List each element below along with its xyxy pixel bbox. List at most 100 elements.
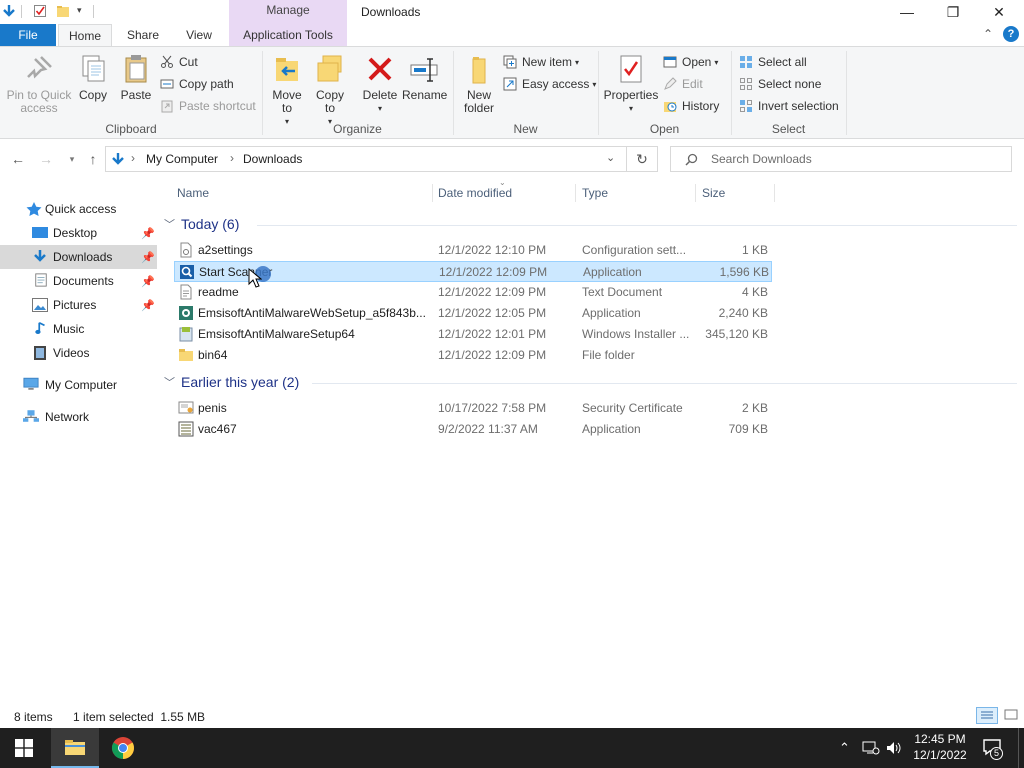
delete-button[interactable]: Delete ▾ [360,53,400,115]
nav-item-network[interactable]: Network [0,405,157,429]
start-button[interactable] [0,728,48,768]
tab-application-tools[interactable]: Application Tools [229,24,347,46]
easy-access-button[interactable]: Easy access ▾ [503,74,596,94]
nav-label: Music [53,322,85,336]
nav-item-music[interactable]: Music [0,317,157,341]
customize-quick-access-icon[interactable]: ▾ [77,5,82,16]
nav-item-documents[interactable]: Documents 📌 [0,269,157,293]
details-view-button[interactable] [976,707,998,724]
refresh-button[interactable]: ↻ [627,146,658,172]
forward-arrow-icon: → [39,151,53,167]
copy-to-icon [314,53,346,85]
move-to-button[interactable]: Move to ▾ [268,53,306,128]
file-type: Windows Installer ... [582,327,690,341]
nav-item-quick-access[interactable]: Quick access [0,197,157,221]
file-size: 709 KB [728,422,768,436]
rename-button[interactable]: Rename [402,53,447,102]
tab-view[interactable]: View [176,24,222,46]
select-none-button[interactable]: Select none [739,74,821,94]
chevron-down-icon: ﹀ [164,377,175,389]
search-icon [685,153,698,166]
table-row[interactable]: bin64 12/1/2022 12:09 PM File folder [174,345,772,366]
select-none-label: Select none [758,77,822,91]
back-button[interactable]: ← [8,150,28,168]
maximize-button[interactable]: ❐ [930,0,976,24]
open-button[interactable]: Open ▾ [663,52,718,72]
up-button[interactable]: ↑ [83,150,103,168]
breadcrumb-downloads[interactable]: Downloads [243,152,302,166]
properties-quick-icon[interactable] [33,4,47,18]
table-row[interactable]: readme 12/1/2022 12:09 PM Text Document … [174,282,772,303]
properties-button[interactable]: Properties ▾ [603,53,659,115]
network-icon[interactable] [862,741,880,755]
show-hidden-icons-button[interactable]: ⌃ [839,740,850,756]
group-header-today[interactable]: ﹀ Today (6) [164,214,239,234]
help-icon[interactable]: ? [1003,26,1019,42]
videos-icon [34,346,46,360]
paste-button[interactable]: Paste [116,53,156,102]
close-button[interactable]: ✕ [976,0,1022,24]
table-row[interactable]: penis 10/17/2022 7:58 PM Security Certif… [174,398,772,419]
copy-button[interactable]: Copy [74,53,112,102]
status-bar: 8 items 1 item selected 1.55 MB [0,703,1024,728]
desktop-icon [32,227,48,238]
table-row[interactable]: a2settings 12/1/2022 12:10 PM Configurat… [174,240,772,261]
new-folder-quick-icon[interactable] [56,4,70,18]
star-icon [26,202,42,216]
open-group-label: Open [649,122,680,136]
copy-path-button[interactable]: Copy path [160,74,234,94]
column-header-date[interactable]: Date modified [438,186,512,200]
search-input[interactable]: Search Downloads [670,146,1012,172]
tab-share[interactable]: Share [118,24,168,46]
pin-label: Pin to Quick access [6,88,72,115]
large-icons-view-button[interactable] [1001,707,1021,724]
new-item-button[interactable]: New item ▾ [503,52,579,72]
nav-item-downloads[interactable]: Downloads 📌 [0,245,157,269]
column-header-name[interactable]: Name [177,186,209,200]
clock[interactable]: 12:45 PM 12/1/2022 [910,731,970,763]
taskbar: ⌃ 12:45 PM 12/1/2022 5 [0,728,1024,768]
down-arrow-icon[interactable] [2,4,16,18]
file-explorer-taskbar-button[interactable] [51,728,99,768]
column-header-size[interactable]: Size [702,186,725,200]
group-header-earlier-this-year[interactable]: ﹀ Earlier this year (2) [164,372,299,392]
table-row[interactable]: EmsisoftAntiMalwareSetup64 12/1/2022 12:… [174,324,772,345]
nav-item-my-computer[interactable]: My Computer [0,373,157,397]
copy-to-button[interactable]: Copy to ▾ [311,53,349,128]
address-bar[interactable]: › My Computer › Downloads ⌄ [105,146,627,172]
minimize-button[interactable]: — [884,0,930,24]
exe-app-icon [178,421,194,437]
nav-label: Pictures [53,298,97,312]
new-group-label: New [513,122,538,136]
tab-file[interactable]: File [0,24,56,46]
tab-home[interactable]: Home [58,24,112,47]
cut-button[interactable]: Cut [160,52,198,72]
history-button[interactable]: History [663,96,719,116]
breadcrumb-separator-icon: › [230,151,234,165]
volume-icon[interactable] [886,741,902,755]
table-row[interactable]: EmsisoftAntiMalwareWebSetup_a5f843b... 1… [174,303,772,324]
paste-shortcut-button[interactable]: Paste shortcut [160,96,256,116]
pin-to-quick-access-button[interactable]: Pin to Quick access [4,53,74,115]
column-header-type[interactable]: Type [582,186,608,200]
show-desktop-button[interactable] [1018,728,1019,768]
nav-item-pictures[interactable]: Pictures 📌 [0,293,157,317]
new-folder-button[interactable]: New folder [459,53,499,115]
table-row[interactable]: vac467 9/2/2022 11:37 AM Application 709… [174,419,772,440]
select-all-button[interactable]: Select all [739,52,807,72]
invert-selection-button[interactable]: Invert selection [739,96,839,116]
address-history-dropdown-icon[interactable]: ⌄ [606,151,615,164]
scanner-app-icon [180,265,194,279]
edit-button[interactable]: Edit [663,74,703,94]
forward-button[interactable]: → [36,150,56,168]
easy-access-icon [503,77,517,91]
nav-label: Videos [53,346,90,360]
chrome-taskbar-button[interactable] [99,728,147,768]
collapse-ribbon-icon[interactable]: ⌃ [983,27,993,41]
nav-item-videos[interactable]: Videos [0,341,157,365]
nav-item-desktop[interactable]: Desktop 📌 [0,221,157,245]
nav-label: Network [45,410,90,424]
breadcrumb-my-computer[interactable]: My Computer [146,152,218,166]
action-center-button[interactable]: 5 [982,738,1004,760]
recent-locations-button[interactable]: ▾ [62,150,82,168]
